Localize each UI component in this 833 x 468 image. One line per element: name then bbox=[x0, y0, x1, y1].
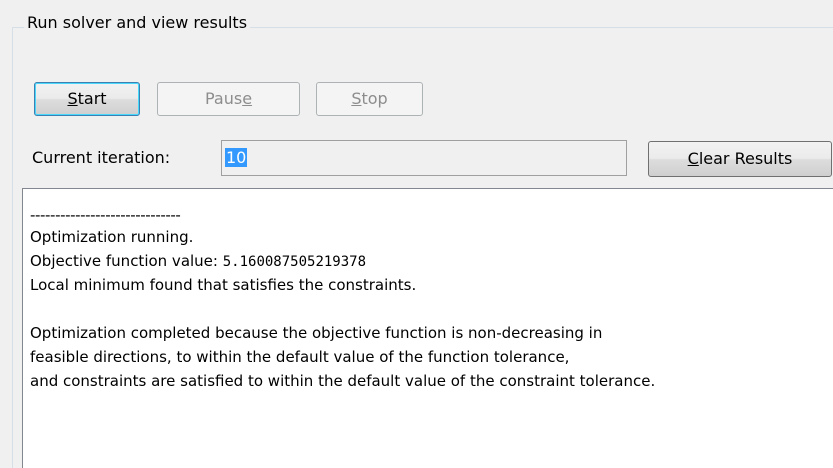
pause-mnemonic: e bbox=[242, 89, 253, 108]
start-label-rest: tart bbox=[77, 89, 107, 108]
pause-label-s: s bbox=[233, 89, 243, 108]
results-output-area[interactable]: ------------------------------ Optimizati… bbox=[22, 188, 833, 468]
current-iteration-value: 10 bbox=[225, 148, 248, 167]
solver-panel: Run solver and view results Start Pause … bbox=[0, 0, 833, 468]
stop-mnemonic: S bbox=[351, 89, 362, 108]
objective-label: Objective function value: bbox=[30, 252, 223, 270]
stop-label-rest: top bbox=[361, 89, 388, 108]
output-line: Optimization completed because the objec… bbox=[30, 324, 603, 342]
stop-button[interactable]: Stop bbox=[316, 82, 423, 116]
objective-value: 5.160087505219378 bbox=[222, 254, 367, 270]
output-line-objective: Objective function value: 5.160087505219… bbox=[30, 249, 833, 273]
pause-button[interactable]: Pause bbox=[157, 82, 300, 116]
output-line: Local minimum found that satisfies the c… bbox=[30, 276, 417, 294]
output-line: feasible directions, to within the defau… bbox=[30, 348, 570, 366]
output-line: Optimization running. bbox=[30, 228, 194, 246]
group-title: Run solver and view results bbox=[24, 12, 251, 34]
clear-mnemonic: C bbox=[687, 149, 699, 168]
output-line: and constraints are satisfied to within … bbox=[30, 372, 656, 390]
clear-label-rest: lear Results bbox=[698, 149, 793, 168]
current-iteration-label: Current iteration: bbox=[32, 148, 171, 167]
current-iteration-field[interactable]: 10 bbox=[221, 140, 627, 176]
output-blank-line bbox=[30, 297, 833, 321]
clear-results-button[interactable]: Clear Results bbox=[648, 141, 832, 177]
pause-label-before: Pau bbox=[204, 89, 234, 108]
start-button[interactable]: Start bbox=[34, 82, 140, 116]
output-separator: ------------------------------ bbox=[30, 206, 181, 224]
start-mnemonic: S bbox=[67, 89, 78, 108]
